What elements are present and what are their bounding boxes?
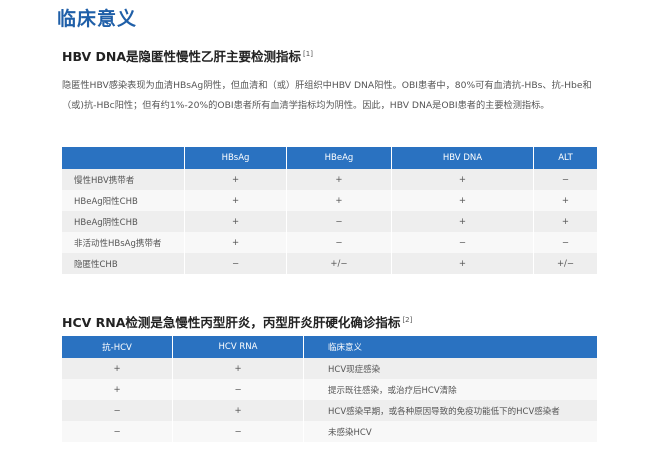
table-row: HBeAg阳性CHB + + + + [62,190,599,211]
table-cell: HBeAg阴性CHB [62,211,185,232]
table-cell: + [184,169,288,190]
section1-reference: [1] [303,49,313,58]
table-row: 隐匿性CHB − +/− + +/− [62,253,599,274]
table-cell: 未感染HCV [303,421,598,442]
table-cell: HBeAg阳性CHB [62,190,185,211]
table-header-cell [62,147,185,169]
table-header-cell: HBV DNA [391,147,534,169]
table-cell: − [172,421,304,442]
table-cell: + [172,358,304,379]
table-cell: HCV现症感染 [303,358,598,379]
table-cell: + [391,253,534,274]
table-cell: − [533,232,599,253]
section2-title-text: HCV RNA检测是急慢性丙型肝炎，丙型肝炎肝硬化确诊指标 [62,315,401,330]
table-cell: − [172,379,304,400]
table-cell: − [62,400,173,421]
table-cell: + [62,379,173,400]
table-cell: − [533,169,599,190]
table-cell: − [62,421,173,442]
table-header-row: 抗-HCV HCV RNA 临床意义 [62,336,598,358]
section1-title-text: HBV DNA是隐匿性慢性乙肝主要检测指标 [62,49,302,64]
table-cell: + [286,169,392,190]
table-cell: + [172,400,304,421]
table-cell: − [286,232,392,253]
table-cell: − [286,211,392,232]
table-cell: + [62,358,173,379]
table-row: 非活动性HBsAg携带者 + − − − [62,232,599,253]
table-cell: +/− [533,253,599,274]
table-cell: + [286,190,392,211]
table-header-cell: 抗-HCV [62,336,173,358]
table-header-cell: HBeAg [286,147,392,169]
table-row: + − 提示既往感染，或治疗后HCV清除 [62,379,598,400]
hcv-marker-table: 抗-HCV HCV RNA 临床意义 + + HCV现症感染 + − 提示既往感… [62,336,598,442]
section2-title: HCV RNA检测是急慢性丙型肝炎，丙型肝炎肝硬化确诊指标 [2] [62,312,412,331]
table-header-cell: 临床意义 [303,336,598,358]
table-cell: + [391,211,534,232]
table-row: + + HCV现症感染 [62,358,598,379]
table-cell: + [184,211,288,232]
section1-paragraph: 隐匿性HBV感染表现为血清HBsAg阴性，但血清和（或）肝组织中HBV DNA阳… [62,80,592,111]
table-cell: +/− [286,253,392,274]
table-cell: 非活动性HBsAg携带者 [62,232,185,253]
table-header-row: HBsAg HBeAg HBV DNA ALT [62,147,599,169]
table-cell: + [184,232,288,253]
table-cell: HCV感染早期，或各种原因导致的免疫功能低下的HCV感染者 [303,400,598,421]
table-header-cell: HBsAg [184,147,288,169]
table-row: − − 未感染HCV [62,421,598,442]
table-cell: + [391,169,534,190]
table-cell: + [391,190,534,211]
table-row: HBeAg阴性CHB + − + + [62,211,599,232]
table-cell: + [184,190,288,211]
hbv-marker-table: HBsAg HBeAg HBV DNA ALT 慢性HBV携带者 + + + −… [62,147,599,274]
table-cell: − [391,232,534,253]
page-title: 临床意义 [57,8,138,30]
table-header-cell: HCV RNA [172,336,304,358]
table-row: − + HCV感染早期，或各种原因导致的免疫功能低下的HCV感染者 [62,400,598,421]
table-cell: − [184,253,288,274]
section2-reference: [2] [402,315,413,324]
table-cell: 慢性HBV携带者 [62,169,185,190]
section1-title: HBV DNA是隐匿性慢性乙肝主要检测指标 [1] [62,46,313,65]
table-cell: + [533,190,599,211]
table-cell: 提示既往感染，或治疗后HCV清除 [303,379,598,400]
table-row: 慢性HBV携带者 + + + − [62,169,599,190]
table-cell: + [533,211,599,232]
table-cell: 隐匿性CHB [62,253,185,274]
table-header-cell: ALT [533,147,599,169]
